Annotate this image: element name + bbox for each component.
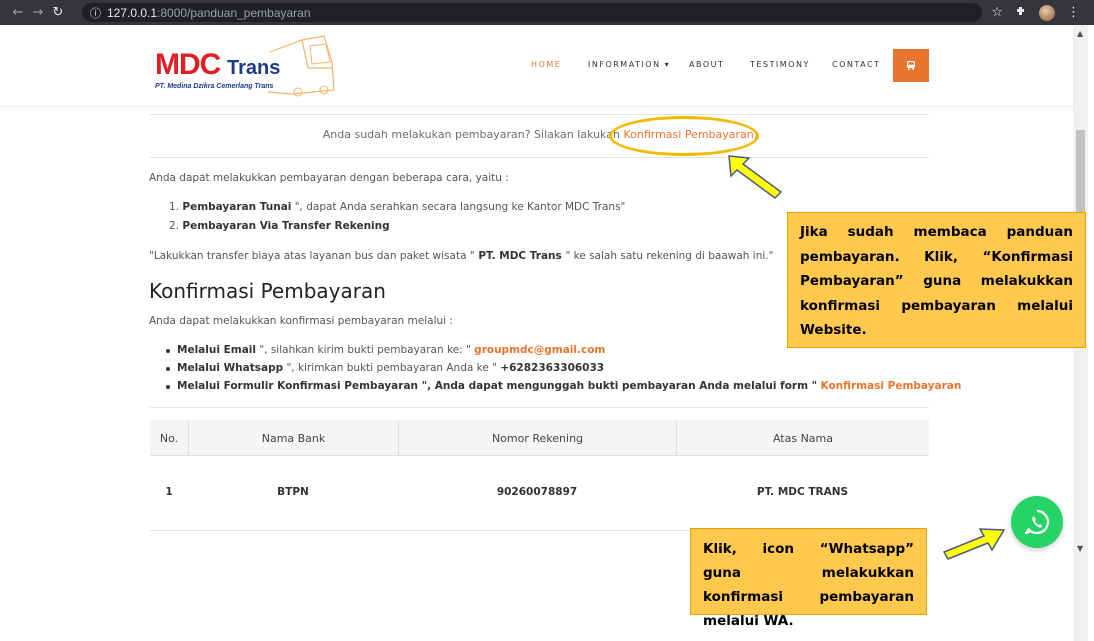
payment-intro: Anda dapat melakukkan pembayaran dengan … xyxy=(149,172,509,184)
scroll-down-icon[interactable]: ▼ xyxy=(1077,544,1083,553)
whatsapp-icon xyxy=(1024,509,1049,535)
url-path: :8000/panduan_pembayaran xyxy=(157,5,311,20)
back-icon[interactable]: ← xyxy=(8,0,28,25)
whatsapp-button[interactable] xyxy=(1011,496,1063,548)
booking-button[interactable] xyxy=(893,49,929,82)
bank-table-header: No. Nama Bank Nomor Rekening Atas Nama xyxy=(150,420,929,456)
transfer-note: "Lakukkan transfer biaya atas layanan bu… xyxy=(149,250,773,262)
forward-icon[interactable]: → xyxy=(28,0,48,25)
nav-home[interactable]: HOME xyxy=(531,60,561,69)
transfer-note-company: PT. MDC Trans xyxy=(474,250,566,262)
divider xyxy=(150,114,929,115)
transfer-note-prefix: "Lakukkan transfer biaya atas layanan bu… xyxy=(149,250,475,262)
confirm-method-email-text: ", silahkan kirim bukti pembayaran ke: " xyxy=(255,344,475,356)
bullet-icon xyxy=(166,385,170,389)
confirm-method-email: Melalui Email ", silahkan kirim bukti pe… xyxy=(177,344,605,356)
confirm-method-email-title: Melalui Email xyxy=(177,344,256,356)
confirm-method-whatsapp-title: Melalui Whatsapp xyxy=(177,362,284,374)
cell-bank: BTPN xyxy=(277,486,309,498)
confirm-method-whatsapp-text: ", kirimkan bukti pembayaran Anda ke " xyxy=(283,362,501,374)
divider xyxy=(150,157,929,158)
payment-method-2-title: Pembayaran Via Transfer Rekening xyxy=(182,220,390,232)
payment-method-1: 1. Pembayaran Tunai ", dapat Anda serahk… xyxy=(169,201,625,213)
reload-icon[interactable]: ↻ xyxy=(48,0,68,25)
confirm-form-link[interactable]: Konfirmasi Pembayaran xyxy=(821,380,962,392)
scroll-up-icon[interactable]: ▲ xyxy=(1077,29,1083,38)
arrow-icon xyxy=(942,528,1006,560)
email-link[interactable]: groupmdc@gmail.com xyxy=(474,344,605,356)
cell-account: 90260078897 xyxy=(496,486,578,498)
payment-method-2-number: 2. xyxy=(169,220,180,232)
divider xyxy=(150,407,929,408)
payment-method-2: 2. Pembayaran Via Transfer Rekening xyxy=(169,220,390,232)
whatsapp-number: +6282363306033 xyxy=(500,362,605,374)
callout-website: Jika sudah membaca panduan pembayaran. K… xyxy=(787,212,1086,348)
info-icon[interactable]: ⓘ xyxy=(90,5,101,21)
star-icon[interactable]: ☆ xyxy=(991,5,1003,20)
profile-avatar[interactable] xyxy=(1039,4,1055,21)
nav-information[interactable]: INFORMATION ▾ xyxy=(588,60,670,69)
logo-brand: MDC xyxy=(155,48,221,81)
confirm-intro: Anda dapat melakukkan konfirmasi pembaya… xyxy=(149,315,453,327)
extensions-icon[interactable] xyxy=(1015,5,1027,21)
logo-brand-trans: Trans xyxy=(227,57,281,79)
address-bar[interactable]: ⓘ 127.0.0.1:8000/panduan_pembayaran xyxy=(82,3,982,22)
bus-icon xyxy=(907,61,915,70)
bullet-icon xyxy=(166,349,170,353)
nav-testimony[interactable]: TESTIMONY xyxy=(750,60,810,69)
col-account: Nomor Rekening xyxy=(398,420,676,456)
logo[interactable]: MDC Trans PT. Medina Dzikra Cemerlang Tr… xyxy=(152,30,342,100)
highlight-ellipse xyxy=(609,116,759,156)
section-heading: Konfirmasi Pembayaran xyxy=(149,279,386,303)
confirm-notice: Anda sudah melakukan pembayaran? Silakan… xyxy=(150,128,930,141)
confirm-notice-text: Anda sudah melakukan pembayaran? Silakan… xyxy=(322,128,620,141)
payment-method-1-detail: ", dapat Anda serahkan secara langsung k… xyxy=(291,201,626,213)
nav-about[interactable]: ABOUT xyxy=(689,60,724,69)
nav-contact[interactable]: CONTACT xyxy=(832,60,880,69)
confirm-method-whatsapp: Melalui Whatsapp ", kirimkan bukti pemba… xyxy=(177,362,604,374)
cell-owner: PT. MDC TRANS xyxy=(756,486,849,498)
arrow-icon xyxy=(728,155,783,199)
payment-method-1-number: 1. xyxy=(169,201,180,213)
site-header: MDC Trans PT. Medina Dzikra Cemerlang Tr… xyxy=(0,25,1073,105)
caret-down-icon: ▾ xyxy=(660,60,671,69)
confirm-method-form-title: Melalui Formulir Konfirmasi Pembayaran "… xyxy=(177,380,818,392)
col-no: No. xyxy=(159,431,179,445)
browser-toolbar: ← → ↻ ⓘ 127.0.0.1:8000/panduan_pembayara… xyxy=(0,0,1094,25)
menu-kebab-icon[interactable]: ⋮ xyxy=(1067,5,1080,20)
col-owner: Atas Nama xyxy=(676,420,929,456)
url-host: 127.0.0.1 xyxy=(107,5,158,20)
col-bank: Nama Bank xyxy=(188,420,398,456)
callout-whatsapp: Klik, icon “Whatsapp” guna melakukkan ko… xyxy=(690,528,927,629)
transfer-note-suffix: " ke salah satu rekening di baawah ini." xyxy=(565,250,774,262)
nav-information-label: INFORMATION xyxy=(588,60,661,69)
cell-no: 1 xyxy=(165,486,173,498)
confirm-method-form: Melalui Formulir Konfirmasi Pembayaran "… xyxy=(177,380,961,392)
payment-method-1-title: Pembayaran Tunai xyxy=(182,201,292,213)
bullet-icon xyxy=(166,367,170,371)
logo-subtitle: PT. Medina Dzikra Cemerlang Trans xyxy=(155,83,274,90)
